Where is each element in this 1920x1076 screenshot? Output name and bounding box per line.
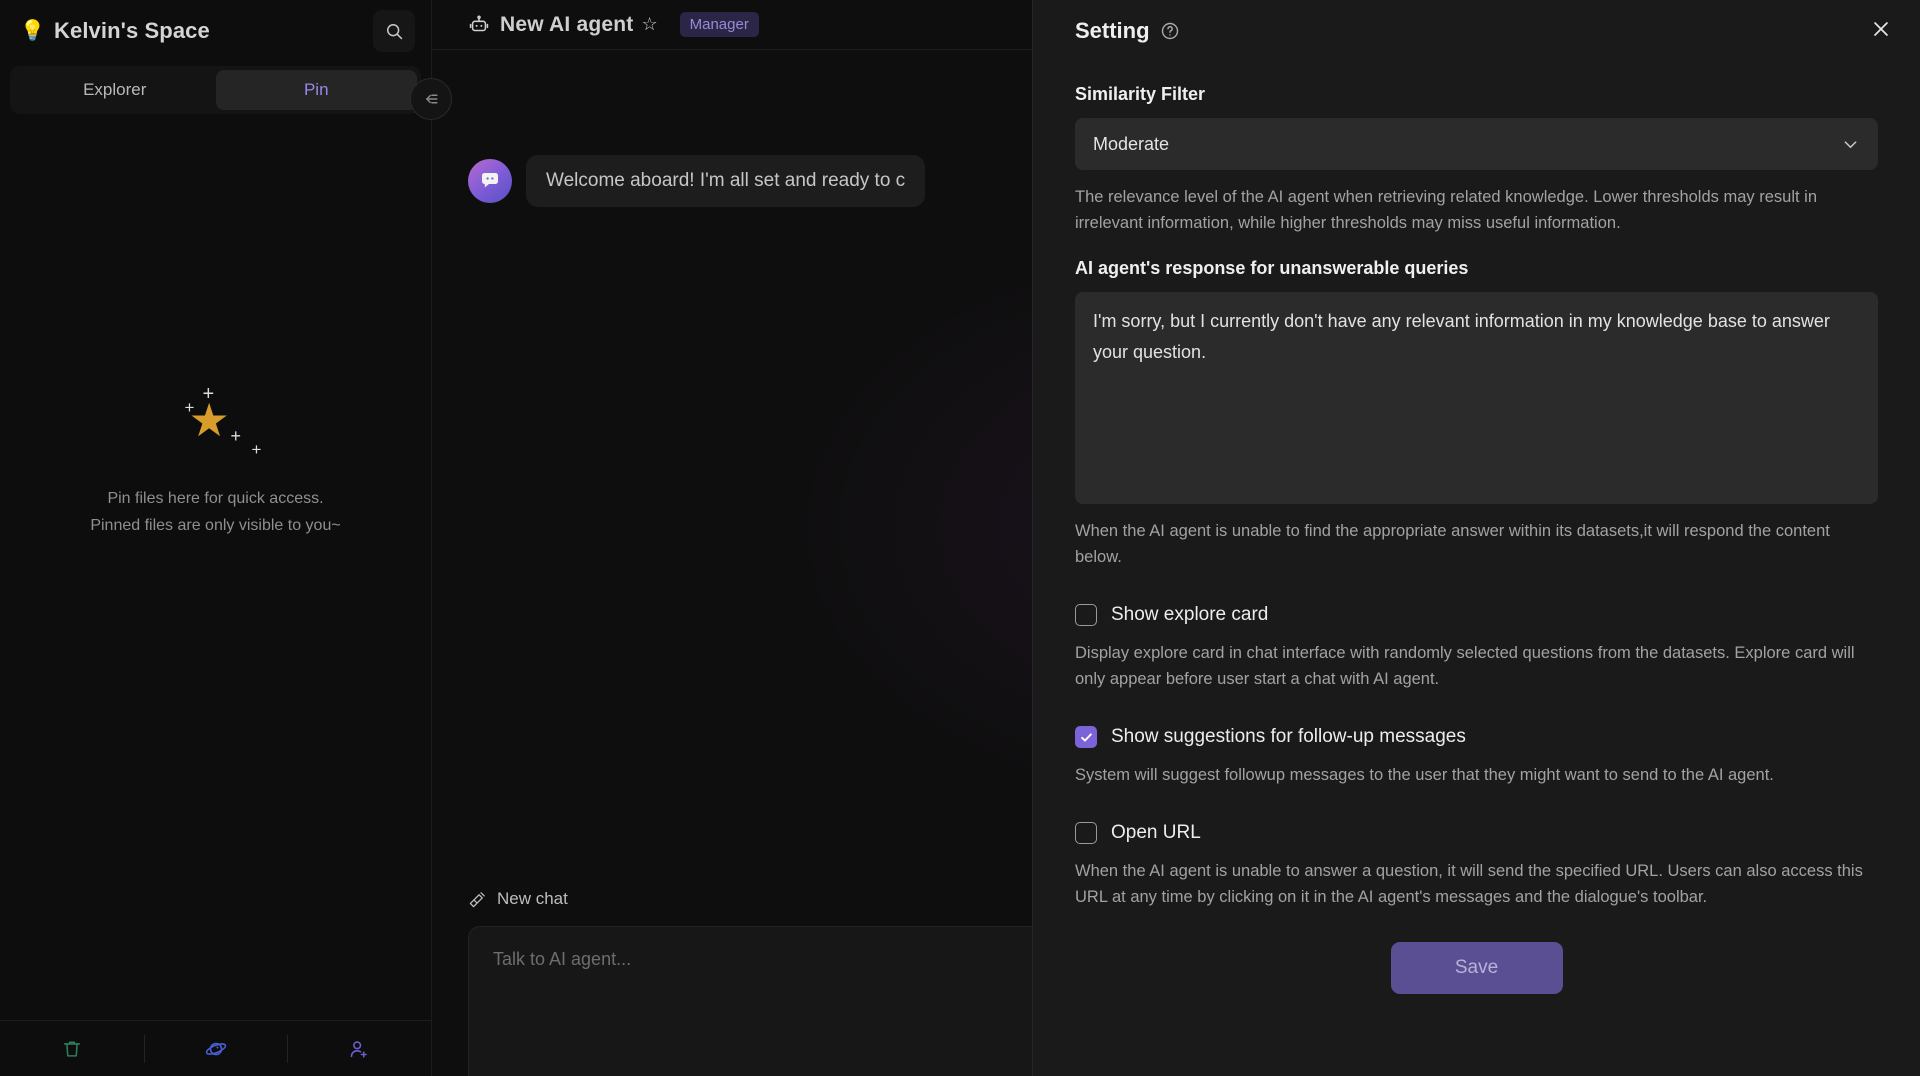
close-icon: [1874, 22, 1888, 36]
show-followup-label: Show suggestions for follow-up messages: [1111, 726, 1466, 747]
trash-button[interactable]: [0, 1021, 144, 1076]
setting-title: Setting: [1075, 18, 1150, 43]
new-chat-label: New chat: [497, 889, 568, 908]
sidebar-footer: [0, 1020, 431, 1076]
space-title: 💡 Kelvin's Space: [20, 18, 363, 44]
chat-input-placeholder: Talk to AI agent...: [493, 949, 632, 969]
space-title-text: Kelvin's Space: [54, 18, 210, 43]
robot-icon: [469, 15, 489, 31]
left-sidebar: 💡 Kelvin's Space Explorer Pin ★ + + + + …: [0, 0, 452, 1076]
chat-bubble-icon: [482, 173, 498, 188]
lightbulb-icon: 💡: [20, 20, 46, 42]
favorite-star-icon[interactable]: ☆: [641, 14, 657, 35]
pin-empty-line-1: Pin files here for quick access.: [107, 490, 324, 507]
setting-header: Setting: [1075, 0, 1878, 62]
similarity-filter-value: Moderate: [1093, 133, 1170, 154]
message-bubble: Welcome aboard! I'm all set and ready to…: [526, 155, 926, 207]
pin-empty-state: ★ + + + + Pin files here for quick acces…: [0, 114, 431, 1020]
setting-panel: Setting Similarity Filter Moderate The r…: [1032, 0, 1920, 1076]
tab-explorer-label: Explorer: [83, 80, 147, 99]
trash-icon: [63, 1040, 80, 1057]
show-explore-card-checkbox[interactable]: [1075, 604, 1097, 626]
collapse-sidebar-button[interactable]: [410, 78, 452, 120]
tab-explorer[interactable]: Explorer: [14, 70, 216, 110]
add-user-icon: [350, 1040, 368, 1058]
open-url-row[interactable]: Open URL: [1075, 822, 1878, 844]
tab-pin-label: Pin: [303, 80, 329, 99]
show-followup-helper: System will suggest followup messages to…: [1075, 766, 1774, 784]
show-explore-card-label: Show explore card: [1111, 604, 1269, 625]
unanswerable-response-input[interactable]: I'm sorry, but I currently don't have an…: [1075, 292, 1878, 504]
planet-button[interactable]: [143, 1021, 288, 1076]
similarity-filter-label: Similarity Filter: [1075, 84, 1206, 104]
tab-pin[interactable]: Pin: [215, 70, 417, 110]
sidebar-header: 💡 Kelvin's Space: [0, 0, 431, 62]
role-badge: Manager: [679, 12, 759, 37]
similarity-filter-helper: The relevance level of the AI agent when…: [1075, 188, 1818, 232]
sparkle-icon: +: [202, 383, 215, 405]
check-icon: [1080, 732, 1092, 742]
show-followup-row[interactable]: Show suggestions for follow-up messages: [1075, 726, 1878, 748]
search-icon: [387, 24, 403, 40]
save-button[interactable]: Save: [1390, 942, 1563, 994]
save-button-wrap: Save: [1075, 942, 1878, 994]
similarity-filter-select[interactable]: Moderate: [1075, 118, 1878, 170]
show-followup-checkbox[interactable]: [1075, 726, 1097, 748]
pin-illustration: ★ + + + +: [161, 379, 271, 459]
planet-icon: [205, 1042, 226, 1055]
open-url-label: Open URL: [1111, 822, 1201, 843]
app-root: 💡 Kelvin's Space Explorer Pin ★ + + + + …: [0, 0, 1920, 1076]
close-setting-button[interactable]: [1864, 12, 1898, 46]
search-button[interactable]: [373, 10, 415, 52]
unanswerable-response-helper: When the AI agent is unable to find the …: [1075, 522, 1830, 566]
open-url-checkbox[interactable]: [1075, 822, 1097, 844]
sidebar-tabs: Explorer Pin: [10, 66, 421, 114]
show-explore-card-helper: Display explore card in chat interface w…: [1075, 644, 1855, 688]
chat-title: New AI agent: [500, 12, 634, 36]
pin-empty-line-2: Pinned files are only visible to you~: [90, 517, 341, 534]
sparkle-icon: +: [251, 440, 262, 459]
bot-avatar: [468, 159, 512, 203]
sparkle-icon: +: [230, 426, 242, 446]
broom-icon: [469, 891, 485, 907]
show-explore-card-row[interactable]: Show explore card: [1075, 604, 1878, 626]
open-url-helper: When the AI agent is unable to answer a …: [1075, 862, 1863, 906]
question-circle-icon[interactable]: [1160, 21, 1180, 41]
sparkle-icon: +: [184, 398, 195, 417]
collapse-panel-icon: [425, 94, 438, 104]
chevron-down-icon: [1844, 140, 1857, 148]
add-user-button[interactable]: [287, 1021, 431, 1076]
unanswerable-response-label: AI agent's response for unanswerable que…: [1075, 258, 1469, 278]
